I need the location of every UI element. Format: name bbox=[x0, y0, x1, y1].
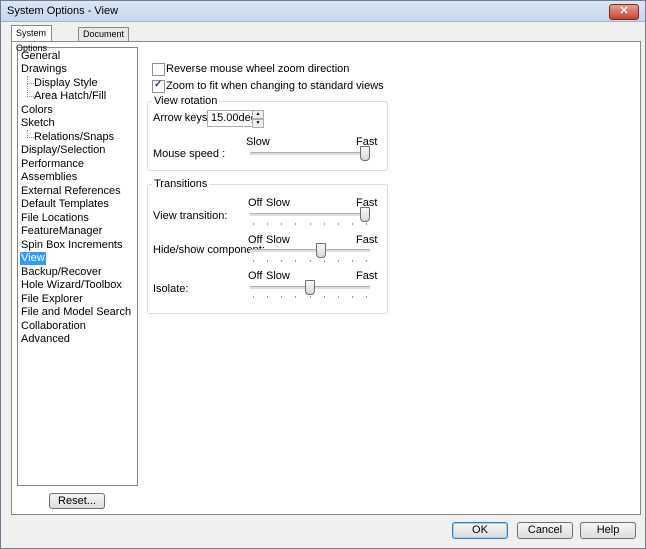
tree-item-area-hatch[interactable]: Area Hatch/Fill bbox=[33, 90, 107, 103]
slider-tick bbox=[351, 223, 353, 225]
close-button[interactable]: ✕ bbox=[609, 4, 639, 20]
zoom-fit-checkbox[interactable] bbox=[152, 79, 165, 93]
isolate-slow-label: Slow bbox=[266, 270, 290, 282]
slider-tick bbox=[323, 223, 325, 225]
tree-item-external-references[interactable]: External References bbox=[20, 185, 122, 198]
tree-item-hole-wizard[interactable]: Hole Wizard/Toolbox bbox=[20, 279, 123, 292]
system-options-dialog: System Options - View ✕ System Options D… bbox=[0, 0, 646, 549]
options-tree[interactable]: General Drawings Display Style Area Hatc… bbox=[17, 47, 138, 486]
slider-tick bbox=[267, 296, 269, 298]
slider-tick bbox=[281, 260, 283, 262]
slider-tick bbox=[295, 296, 297, 298]
isolate-fast-label: Fast bbox=[356, 270, 378, 282]
tree-item-display-selection[interactable]: Display/Selection bbox=[20, 144, 106, 157]
slider-tick bbox=[337, 223, 339, 225]
spin-down-icon[interactable]: ▼ bbox=[252, 119, 264, 128]
hide-show-label: Hide/show component: bbox=[153, 244, 265, 256]
tree-item-file-locations[interactable]: File Locations bbox=[20, 212, 90, 225]
view-transition-track[interactable] bbox=[250, 213, 370, 217]
slider-tick bbox=[281, 223, 283, 225]
close-icon: ✕ bbox=[619, 5, 629, 17]
arrow-keys-label: Arrow keys : bbox=[153, 112, 214, 124]
tab-document-properties[interactable]: Document Properties bbox=[78, 27, 130, 52]
slider-tick bbox=[366, 223, 367, 225]
slider-tick bbox=[366, 296, 367, 298]
zoom-fit-label: Zoom to fit when changing to standard vi… bbox=[166, 80, 384, 92]
slider-tick bbox=[323, 260, 325, 262]
cancel-button[interactable]: Cancel bbox=[517, 522, 573, 539]
ok-button[interactable]: OK bbox=[452, 522, 508, 539]
tree-item-performance[interactable]: Performance bbox=[20, 158, 85, 171]
isolate-label: Isolate: bbox=[153, 283, 189, 295]
isolate-slider-thumb[interactable] bbox=[305, 280, 315, 295]
slider-tick bbox=[309, 296, 311, 298]
slider-tick bbox=[323, 296, 325, 298]
tab-system-options[interactable]: System Options bbox=[11, 25, 53, 53]
tree-item-backup-recover[interactable]: Backup/Recover bbox=[20, 266, 103, 279]
tree-item-featuremanager[interactable]: FeatureManager bbox=[20, 225, 103, 238]
slider-tick bbox=[337, 260, 339, 262]
tree-item-advanced[interactable]: Advanced bbox=[20, 333, 71, 346]
slider-tick bbox=[295, 260, 297, 262]
mouse-speed-slow-label: Slow bbox=[246, 136, 270, 148]
hide-show-track[interactable] bbox=[250, 249, 370, 253]
window-title: System Options - View bbox=[7, 5, 119, 17]
help-button[interactable]: Help bbox=[580, 522, 636, 539]
slider-tick bbox=[253, 223, 254, 225]
view-rotation-group: View rotation Arrow keys : 15.00deg ▲ ▼ … bbox=[147, 95, 388, 171]
tree-item-assemblies[interactable]: Assemblies bbox=[20, 171, 78, 184]
slider-tick bbox=[351, 296, 353, 298]
slider-tick bbox=[295, 223, 297, 225]
view-transition-label: View transition: bbox=[153, 210, 228, 222]
tree-item-sketch[interactable]: Sketch bbox=[20, 117, 56, 130]
spin-up-icon[interactable]: ▲ bbox=[252, 110, 264, 119]
hide-show-slow-label: Slow bbox=[266, 234, 290, 246]
slider-tick bbox=[337, 296, 339, 298]
slider-tick bbox=[253, 296, 254, 298]
tree-item-relations-snaps[interactable]: Relations/Snaps bbox=[33, 131, 115, 144]
tree-item-view[interactable]: View bbox=[20, 252, 46, 265]
slider-tick bbox=[309, 260, 311, 262]
tab-panel: General Drawings Display Style Area Hatc… bbox=[11, 41, 641, 515]
tree-item-spin-box-increments[interactable]: Spin Box Increments bbox=[20, 239, 124, 252]
transitions-title: Transitions bbox=[152, 178, 210, 190]
arrow-keys-spinner[interactable]: ▲ ▼ bbox=[252, 110, 264, 128]
tree-item-default-templates[interactable]: Default Templates bbox=[20, 198, 110, 211]
slider-tick bbox=[281, 296, 283, 298]
view-transition-off-label: Off bbox=[248, 197, 263, 209]
hide-show-ticks bbox=[253, 260, 367, 263]
tree-item-file-explorer[interactable]: File Explorer bbox=[20, 293, 84, 306]
hide-show-slider-thumb[interactable] bbox=[316, 243, 326, 258]
reset-button[interactable]: Reset... bbox=[49, 493, 105, 509]
title-bar: System Options - View ✕ bbox=[1, 1, 645, 22]
view-rotation-title: View rotation bbox=[152, 95, 220, 107]
tree-item-display-style[interactable]: Display Style bbox=[33, 77, 99, 90]
isolate-off-label: Off bbox=[248, 270, 263, 282]
isolate-ticks bbox=[253, 296, 367, 299]
hide-show-fast-label: Fast bbox=[356, 234, 378, 246]
slider-tick bbox=[253, 260, 254, 262]
reverse-wheel-label: Reverse mouse wheel zoom direction bbox=[166, 63, 350, 75]
view-transition-ticks bbox=[253, 223, 367, 226]
tree-item-collaboration[interactable]: Collaboration bbox=[20, 320, 87, 333]
transitions-group: Transitions Off Slow Fast View transitio… bbox=[147, 178, 388, 314]
tree-item-drawings[interactable]: Drawings bbox=[20, 63, 68, 76]
slider-tick bbox=[309, 223, 311, 225]
mouse-speed-label: Mouse speed : bbox=[153, 148, 226, 160]
slider-tick bbox=[351, 260, 353, 262]
arrow-keys-input[interactable]: 15.00deg bbox=[207, 110, 258, 127]
mouse-speed-slider-thumb[interactable] bbox=[360, 146, 370, 161]
view-transition-slow-label: Slow bbox=[266, 197, 290, 209]
slider-tick bbox=[267, 260, 269, 262]
slider-tick bbox=[267, 223, 269, 225]
reverse-wheel-checkbox[interactable] bbox=[152, 63, 165, 76]
slider-tick bbox=[366, 260, 367, 262]
tree-item-colors[interactable]: Colors bbox=[20, 104, 54, 117]
tree-item-file-model-search[interactable]: File and Model Search bbox=[20, 306, 132, 319]
mouse-speed-track[interactable] bbox=[250, 152, 370, 156]
view-transition-slider-thumb[interactable] bbox=[360, 207, 370, 222]
